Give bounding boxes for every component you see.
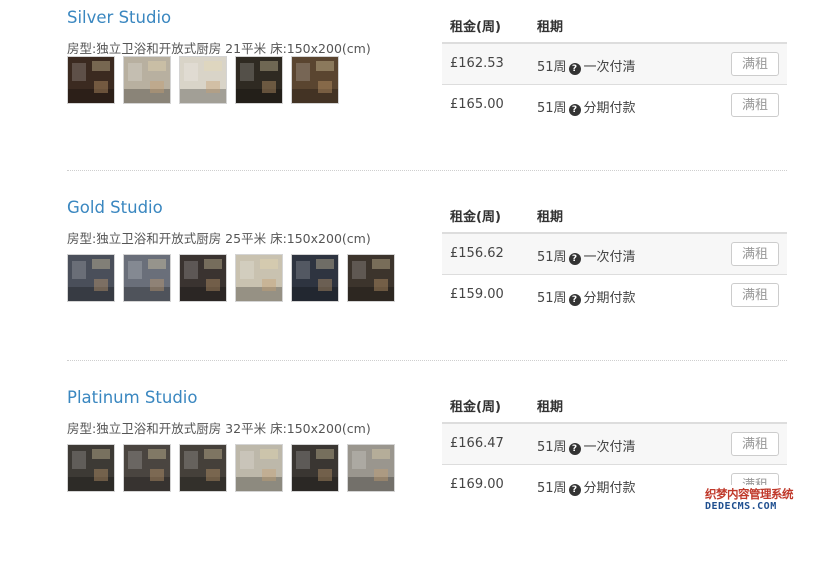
room-photo-thumbnail[interactable] [179,254,227,302]
price: £156.62 [450,246,504,261]
room-photo-thumbnail[interactable] [67,444,115,492]
term-column-header: 租期 [537,20,564,35]
full-button[interactable]: 满租 [731,242,779,266]
room-photo-thumbnail[interactable] [347,254,395,302]
watermark-logo: 织梦内容管理系统 DEDECMS.COM [703,485,807,515]
price: £165.00 [450,97,504,112]
room-section: Platinum Studio 房型:独立卫浴和开放式厨房 32平米 床:150… [0,380,814,570]
term: 51周? 一次付清 [537,56,636,75]
table-row: £162.53 51周? 一次付清 满租 [442,44,787,85]
question-icon[interactable]: ? [568,484,581,496]
watermark-url: DEDECMS.COM [705,501,777,512]
payment-plan: 分期付款 [583,291,636,306]
term: 51周? 一次付清 [537,436,636,455]
room-section: Silver Studio 房型:独立卫浴和开放式厨房 21平米 床:150x2… [0,0,814,190]
room-description: 房型:独立卫浴和开放式厨房 25平米 床:150x200(cm) [67,231,371,246]
payment-plan: 一次付清 [583,60,636,75]
table-row: £166.47 51周? 一次付清 满租 [442,424,787,465]
term: 51周? 分期付款 [537,97,636,116]
room-section: Gold Studio 房型:独立卫浴和开放式厨房 25平米 床:150x200… [0,190,814,380]
room-photo-thumbnail[interactable] [291,444,339,492]
question-icon[interactable]: ? [568,104,581,116]
question-icon[interactable]: ? [568,294,581,306]
payment-plan: 一次付清 [583,440,636,455]
room-photo-thumbnail[interactable] [291,254,339,302]
full-button[interactable]: 满租 [731,283,779,307]
full-button[interactable]: 满租 [731,52,779,76]
term-weeks: 51周 [537,291,567,306]
payment-plan: 分期付款 [583,481,636,496]
term-column-header: 租期 [537,400,564,415]
room-photo-thumbnail[interactable] [123,444,171,492]
room-title[interactable]: Gold Studio [67,198,163,217]
term-weeks: 51周 [537,250,567,265]
room-title[interactable]: Platinum Studio [67,388,198,407]
room-photo-thumbnail[interactable] [235,254,283,302]
section-divider [67,360,787,361]
price: £166.47 [450,436,504,451]
room-photo-thumbnail[interactable] [179,56,227,104]
term: 51周? 一次付清 [537,246,636,265]
price: £169.00 [450,477,504,492]
payment-plan: 一次付清 [583,250,636,265]
term-weeks: 51周 [537,60,567,75]
payment-plan: 分期付款 [583,101,636,116]
room-photo-thumbnail[interactable] [347,444,395,492]
question-icon[interactable]: ? [568,443,581,455]
full-button[interactable]: 满租 [731,93,779,117]
room-description: 房型:独立卫浴和开放式厨房 32平米 床:150x200(cm) [67,421,371,436]
room-title[interactable]: Silver Studio [67,8,171,27]
room-photo-thumbnail[interactable] [291,56,339,104]
table-row: £156.62 51周? 一次付清 满租 [442,234,787,275]
term: 51周? 分期付款 [537,477,636,496]
question-icon[interactable]: ? [568,63,581,75]
rent-column-header: 租金(周) [450,20,501,35]
room-photo-thumbnail[interactable] [123,254,171,302]
section-divider [67,170,787,171]
room-photo-thumbnail[interactable] [67,254,115,302]
full-button[interactable]: 满租 [731,432,779,456]
room-description: 房型:独立卫浴和开放式厨房 21平米 床:150x200(cm) [67,41,371,56]
rent-column-header: 租金(周) [450,400,501,415]
room-photo-thumbnail[interactable] [235,56,283,104]
table-row: £159.00 51周? 分期付款 满租 [442,275,787,315]
watermark-text: 织梦内容管理系统 [705,487,794,501]
term-weeks: 51周 [537,440,567,455]
term-weeks: 51周 [537,481,567,496]
term-column-header: 租期 [537,210,564,225]
room-photo-thumbnail[interactable] [179,444,227,492]
question-icon[interactable]: ? [568,253,581,265]
room-photo-thumbnail[interactable] [235,444,283,492]
price: £159.00 [450,287,504,302]
term: 51周? 分期付款 [537,287,636,306]
room-photo-thumbnail[interactable] [123,56,171,104]
table-row: £165.00 51周? 分期付款 满租 [442,85,787,125]
room-photo-thumbnail[interactable] [67,56,115,104]
price: £162.53 [450,56,504,71]
term-weeks: 51周 [537,101,567,116]
rent-column-header: 租金(周) [450,210,501,225]
